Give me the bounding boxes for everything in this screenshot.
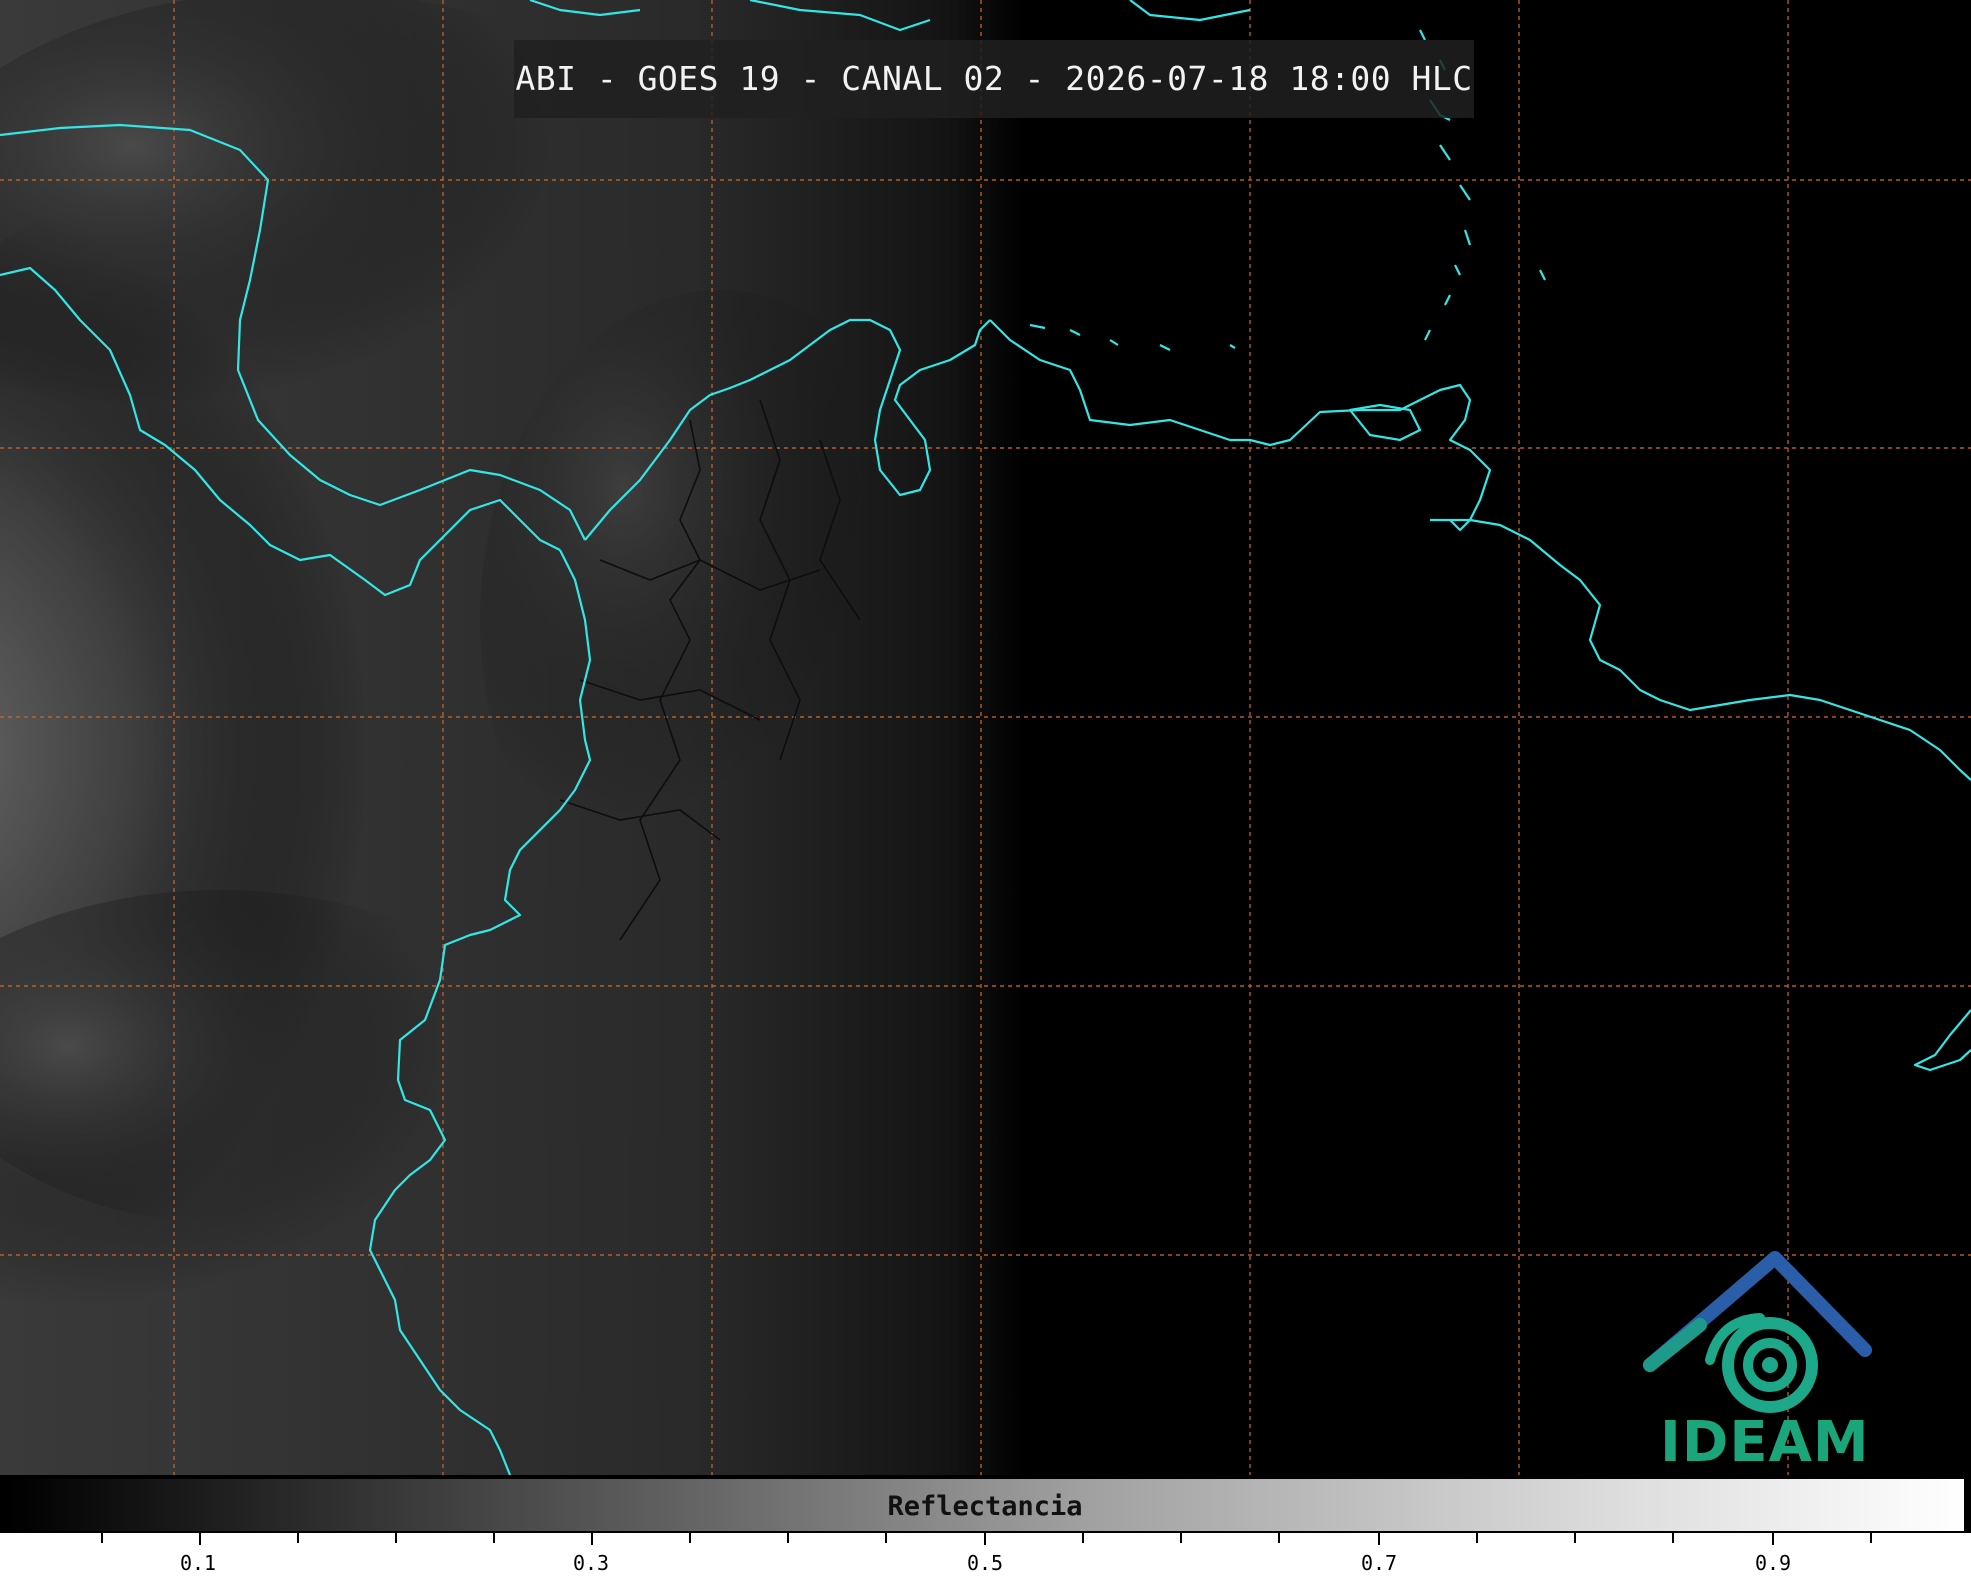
ideam-logo-text: IDEAM — [1660, 1410, 1870, 1475]
colorbar-label: Reflectancia — [887, 1491, 1083, 1522]
tick-label: 0.9 — [1754, 1551, 1792, 1575]
satellite-image-viewer: ABI - GOES 19 - CANAL 02 - 2026-07-18 18… — [0, 0, 1971, 1577]
image-title: ABI - GOES 19 - CANAL 02 - 2026-07-18 18… — [514, 40, 1474, 118]
tick-label: 0.7 — [1360, 1551, 1398, 1575]
tick-label: 0.1 — [179, 1551, 217, 1575]
colorbar-ticks: 0.1 0.3 0.5 0.7 0.9 — [0, 1533, 1971, 1577]
tick-label: 0.3 — [572, 1551, 610, 1575]
satellite-map — [0, 0, 1971, 1475]
tick-label: 0.5 — [966, 1551, 1004, 1575]
colorbar-tick-marks — [101, 1533, 1872, 1545]
reflectance-colorbar: Reflectancia — [4, 1477, 1966, 1533]
